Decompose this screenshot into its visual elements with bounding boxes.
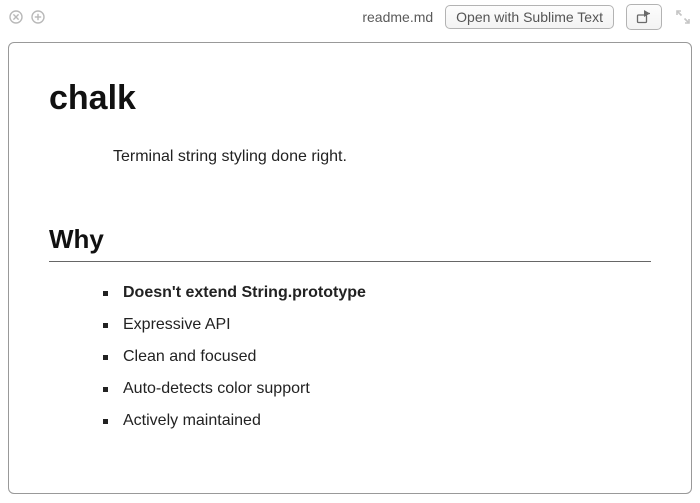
fullscreen-icon[interactable] xyxy=(674,8,692,26)
list-item: Auto-detects color support xyxy=(103,380,651,398)
window-header: readme.md Open with Sublime Text xyxy=(0,0,700,34)
list-item: Expressive API xyxy=(103,316,651,334)
list-item: Doesn't extend String.prototype xyxy=(103,284,651,302)
document-viewport: chalk Terminal string styling done right… xyxy=(8,42,692,494)
list-item: Actively maintained xyxy=(103,412,651,430)
why-list: Doesn't extend String.prototype Expressiv… xyxy=(103,284,651,430)
open-with-button[interactable]: Open with Sublime Text xyxy=(445,5,614,29)
page-title: chalk xyxy=(49,79,651,118)
share-button[interactable] xyxy=(626,4,662,30)
tagline-text: Terminal string styling done right. xyxy=(113,148,651,166)
section-heading-why: Why xyxy=(49,224,651,262)
close-icon[interactable] xyxy=(8,9,24,25)
share-icon xyxy=(636,10,652,24)
filename-label: readme.md xyxy=(362,9,433,25)
add-icon[interactable] xyxy=(30,9,46,25)
list-item: Clean and focused xyxy=(103,348,651,366)
